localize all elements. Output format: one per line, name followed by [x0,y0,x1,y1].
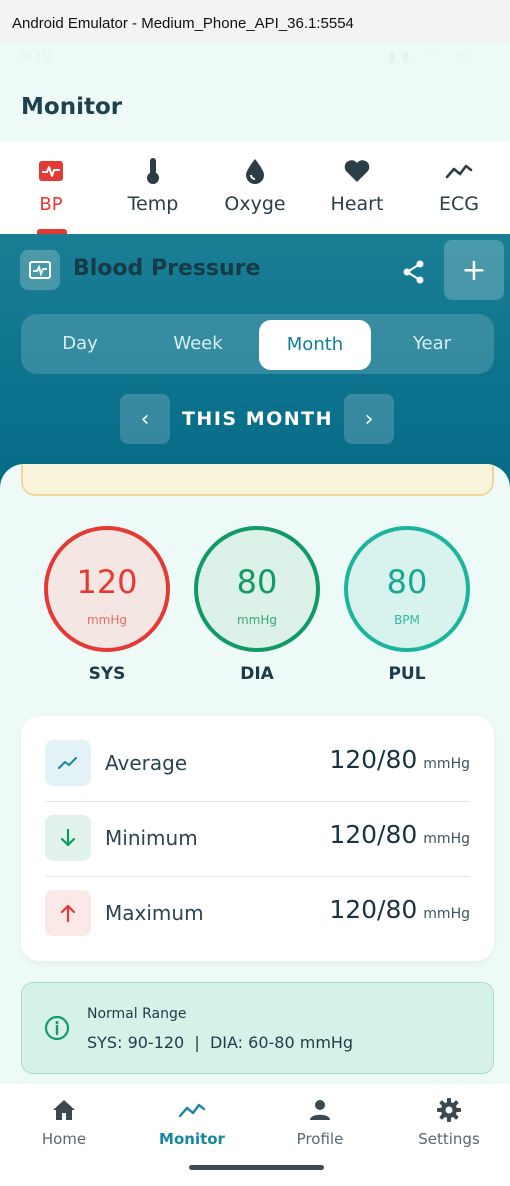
nav-profile[interactable]: Profile [256,1096,384,1148]
stat-label: Maximum [105,901,204,925]
next-period-button[interactable]: › [344,394,394,444]
add-reading-button[interactable]: + [444,240,504,300]
nav-label: Home [41,1130,87,1148]
nav-settings[interactable]: Settings [385,1096,510,1148]
bp-badge-icon [20,250,60,290]
person-icon [256,1096,384,1124]
arrow-down-icon [45,815,91,861]
share-button[interactable] [396,254,432,290]
tab-temp[interactable]: Temp [102,141,204,234]
gesture-home-indicator[interactable] [189,1165,324,1170]
status-icons: ▮▮ ◠ ▭ [388,49,474,65]
tab-label: Temp [127,193,179,215]
tab-label: Heart [330,193,384,215]
sys-unit: mmHg [86,613,128,627]
stat-unit: mmHg [423,831,470,847]
dia-value: 80 [236,563,278,601]
stat-value: 120/80 mmHg [329,895,470,924]
app-screen: 9:10 ▮▮ ◠ ▭ Monitor BP Temp Oxyge Heart … [0,44,510,1186]
droplet-icon [204,157,306,185]
pulse-unit: BPM [394,613,420,627]
tab-ecg[interactable]: ECG [408,141,510,234]
dia-label: DIA [240,664,274,684]
stat-number: 120/80 [329,745,418,774]
stat-value: 120/80 mmHg [329,745,470,774]
tab-label: BP [39,194,63,215]
stat-minimum: Minimum 120/80 mmHg [45,801,470,876]
chevron-right-icon: › [364,406,374,432]
period-month[interactable]: Month [259,320,371,370]
period-day[interactable]: Day [21,314,139,374]
sys-label: SYS [88,664,126,684]
sys-value: 120 [76,563,138,601]
stat-unit: mmHg [423,756,470,772]
partially-hidden-card [21,464,494,496]
trending-up-icon [45,740,91,786]
nav-home[interactable]: Home [0,1096,128,1148]
stat-number: 120/80 [329,820,418,849]
bottom-navigation: Home Monitor Profile Settings [0,1084,510,1186]
sys-gauge: 120 mmHg [44,526,170,652]
home-icon [0,1096,128,1124]
range-text: SYS: 90-120 | DIA: 60-80 mmHg [87,1033,354,1052]
info-icon [44,1015,70,1045]
ecg-icon [408,157,510,185]
tab-heart[interactable]: Heart [306,141,408,234]
section-title: Blood Pressure [73,256,261,281]
nav-label: Profile [296,1130,344,1148]
tab-oxygen[interactable]: Oxyge [204,141,306,234]
status-time: 9:10 [20,49,52,65]
tab-bp[interactable]: BP [0,141,102,234]
content-sheet: 120 mmHg SYS 80 mmHg DIA 80 BPM PUL Aver… [0,464,510,1104]
dia-unit: mmHg [236,613,278,627]
period-selector: Day Week Month Year [21,314,494,374]
nav-label: Monitor [159,1130,225,1148]
pulse-gauge: 80 BPM [344,526,470,652]
period-label: THIS MONTH [181,408,334,430]
stat-average: Average 120/80 mmHg [45,726,470,801]
tab-label: Oxyge [224,193,286,215]
window-title: Android Emulator - Medium_Phone_API_36.1… [0,0,510,44]
range-title: Normal Range [87,1006,187,1022]
period-week[interactable]: Week [139,314,257,374]
page-title: Monitor [21,94,123,120]
tab-label: ECG [439,193,479,215]
stat-number: 120/80 [329,895,418,924]
gear-icon [385,1096,510,1124]
status-bar: 9:10 ▮▮ ◠ ▭ [0,44,510,74]
nav-monitor[interactable]: Monitor [128,1096,256,1148]
chevron-left-icon: ‹ [140,406,150,432]
share-icon [403,260,424,284]
pulse-value: 80 [386,563,428,601]
previous-period-button[interactable]: ‹ [120,394,170,444]
stat-maximum: Maximum 120/80 mmHg [45,876,470,951]
stat-label: Minimum [105,826,198,850]
stat-unit: mmHg [423,906,470,922]
dia-gauge: 80 mmHg [194,526,320,652]
pulse-label: PUL [388,664,426,684]
period-year[interactable]: Year [373,314,491,374]
stat-label: Average [105,751,188,775]
stat-value: 120/80 mmHg [329,820,470,849]
metric-tab-bar: BP Temp Oxyge Heart ECG [0,141,510,234]
arrow-up-icon [45,890,91,936]
bp-icon [0,157,102,185]
thermometer-icon [102,157,204,185]
heart-icon [306,157,408,185]
nav-label: Settings [418,1130,480,1148]
stats-card: Average 120/80 mmHg Minimum 120/80 mmHg Ma… [21,716,494,961]
normal-range-card: Normal Range SYS: 90-120 | DIA: 60-80 mm… [21,982,494,1074]
trending-up-icon [128,1096,256,1124]
